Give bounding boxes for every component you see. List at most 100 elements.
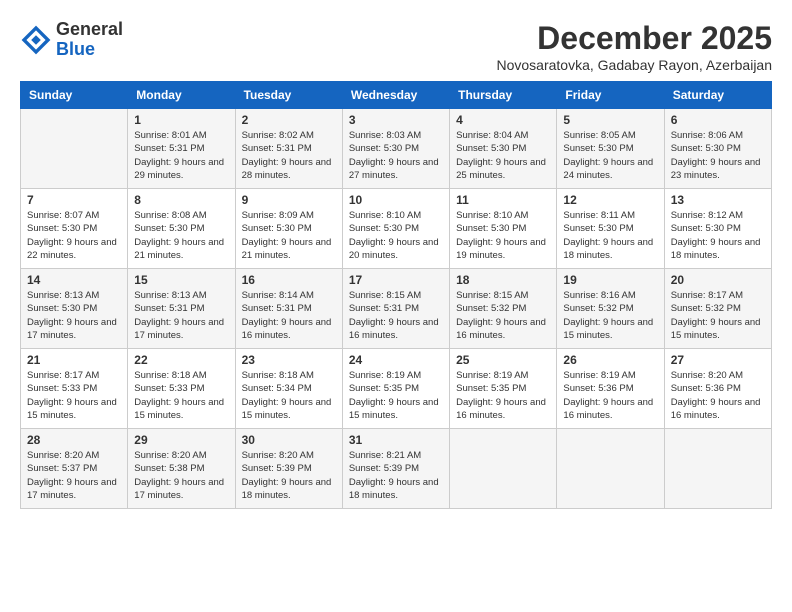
month-title: December 2025 [497,20,773,57]
cell-info: Sunrise: 8:05 AMSunset: 5:30 PMDaylight:… [563,129,657,182]
day-number: 29 [134,433,228,447]
page-header: General Blue December 2025 Novosaratovka… [20,20,772,73]
day-number: 22 [134,353,228,367]
day-number: 1 [134,113,228,127]
cell-info: Sunrise: 8:11 AMSunset: 5:30 PMDaylight:… [563,209,657,262]
cell-info: Sunrise: 8:06 AMSunset: 5:30 PMDaylight:… [671,129,765,182]
calendar-cell: 11 Sunrise: 8:10 AMSunset: 5:30 PMDayligh… [450,189,557,269]
calendar-cell: 2 Sunrise: 8:02 AMSunset: 5:31 PMDaylight… [235,109,342,189]
calendar-cell: 24 Sunrise: 8:19 AMSunset: 5:35 PMDayligh… [342,349,449,429]
calendar-week-row: 28 Sunrise: 8:20 AMSunset: 5:37 PMDayligh… [21,429,772,509]
logo-icon [20,24,52,56]
cell-info: Sunrise: 8:02 AMSunset: 5:31 PMDaylight:… [242,129,336,182]
cell-info: Sunrise: 8:04 AMSunset: 5:30 PMDaylight:… [456,129,550,182]
day-number: 3 [349,113,443,127]
calendar-cell: 14Sunrise: 8:13 AMSunset: 5:30 PMDayligh… [21,269,128,349]
cell-info: Sunrise: 8:07 AMSunset: 5:30 PMDaylight:… [27,209,121,262]
calendar-cell: 17 Sunrise: 8:15 AMSunset: 5:31 PMDayligh… [342,269,449,349]
cell-info: Sunrise: 8:15 AMSunset: 5:32 PMDaylight:… [456,289,550,342]
calendar-cell: 10 Sunrise: 8:10 AMSunset: 5:30 PMDayligh… [342,189,449,269]
calendar-cell: 23Sunrise: 8:18 AMSunset: 5:34 PMDayligh… [235,349,342,429]
day-number: 18 [456,273,550,287]
cell-info: Sunrise: 8:13 AMSunset: 5:30 PMDaylight:… [27,289,121,342]
cell-info: Sunrise: 8:01 AMSunset: 5:31 PMDaylight:… [134,129,228,182]
calendar-cell: 7Sunrise: 8:07 AMSunset: 5:30 PMDaylight… [21,189,128,269]
day-number: 8 [134,193,228,207]
calendar-cell: 16 Sunrise: 8:14 AMSunset: 5:31 PMDayligh… [235,269,342,349]
calendar-cell: 12 Sunrise: 8:11 AMSunset: 5:30 PMDayligh… [557,189,664,269]
cell-info: Sunrise: 8:19 AMSunset: 5:35 PMDaylight:… [349,369,443,422]
day-number: 31 [349,433,443,447]
day-header: Wednesday [342,82,449,109]
location: Novosaratovka, Gadabay Rayon, Azerbaijan [497,57,773,73]
title-block: December 2025 Novosaratovka, Gadabay Ray… [497,20,773,73]
calendar-week-row: 1 Sunrise: 8:01 AMSunset: 5:31 PMDaylight… [21,109,772,189]
calendar-cell: 13Sunrise: 8:12 AMSunset: 5:30 PMDayligh… [664,189,771,269]
cell-info: Sunrise: 8:16 AMSunset: 5:32 PMDaylight:… [563,289,657,342]
cell-info: Sunrise: 8:15 AMSunset: 5:31 PMDaylight:… [349,289,443,342]
calendar-header-row: SundayMondayTuesdayWednesdayThursdayFrid… [21,82,772,109]
cell-info: Sunrise: 8:03 AMSunset: 5:30 PMDaylight:… [349,129,443,182]
logo-text: General Blue [56,20,123,60]
calendar-cell: 21 Sunrise: 8:17 AMSunset: 5:33 PMDayligh… [21,349,128,429]
day-number: 6 [671,113,765,127]
calendar-cell: 1 Sunrise: 8:01 AMSunset: 5:31 PMDaylight… [128,109,235,189]
calendar-week-row: 14Sunrise: 8:13 AMSunset: 5:30 PMDayligh… [21,269,772,349]
day-number: 27 [671,353,765,367]
logo-blue: Blue [56,40,123,60]
day-header: Sunday [21,82,128,109]
day-number: 15 [134,273,228,287]
day-number: 2 [242,113,336,127]
calendar-cell: 20 Sunrise: 8:17 AMSunset: 5:32 PMDayligh… [664,269,771,349]
day-number: 5 [563,113,657,127]
calendar-cell: 30Sunrise: 8:20 AMSunset: 5:39 PMDayligh… [235,429,342,509]
calendar-cell [664,429,771,509]
cell-info: Sunrise: 8:20 AMSunset: 5:38 PMDaylight:… [134,449,228,502]
calendar-week-row: 21 Sunrise: 8:17 AMSunset: 5:33 PMDayligh… [21,349,772,429]
day-number: 12 [563,193,657,207]
day-number: 9 [242,193,336,207]
day-header: Tuesday [235,82,342,109]
day-number: 28 [27,433,121,447]
day-header: Thursday [450,82,557,109]
day-header: Friday [557,82,664,109]
cell-info: Sunrise: 8:10 AMSunset: 5:30 PMDaylight:… [456,209,550,262]
day-number: 17 [349,273,443,287]
calendar-cell [557,429,664,509]
cell-info: Sunrise: 8:10 AMSunset: 5:30 PMDaylight:… [349,209,443,262]
cell-info: Sunrise: 8:18 AMSunset: 5:33 PMDaylight:… [134,369,228,422]
calendar-cell: 22 Sunrise: 8:18 AMSunset: 5:33 PMDayligh… [128,349,235,429]
calendar-cell: 19 Sunrise: 8:16 AMSunset: 5:32 PMDayligh… [557,269,664,349]
cell-info: Sunrise: 8:20 AMSunset: 5:37 PMDaylight:… [27,449,121,502]
logo: General Blue [20,20,123,60]
day-number: 26 [563,353,657,367]
cell-info: Sunrise: 8:17 AMSunset: 5:33 PMDaylight:… [27,369,121,422]
cell-info: Sunrise: 8:17 AMSunset: 5:32 PMDaylight:… [671,289,765,342]
calendar-cell [21,109,128,189]
cell-info: Sunrise: 8:14 AMSunset: 5:31 PMDaylight:… [242,289,336,342]
calendar-cell: 18 Sunrise: 8:15 AMSunset: 5:32 PMDayligh… [450,269,557,349]
calendar-cell: 29 Sunrise: 8:20 AMSunset: 5:38 PMDayligh… [128,429,235,509]
day-number: 24 [349,353,443,367]
day-number: 23 [242,353,336,367]
cell-info: Sunrise: 8:20 AMSunset: 5:36 PMDaylight:… [671,369,765,422]
day-header: Monday [128,82,235,109]
day-number: 11 [456,193,550,207]
day-number: 10 [349,193,443,207]
calendar-cell: 31 Sunrise: 8:21 AMSunset: 5:39 PMDayligh… [342,429,449,509]
cell-info: Sunrise: 8:19 AMSunset: 5:35 PMDaylight:… [456,369,550,422]
cell-info: Sunrise: 8:20 AMSunset: 5:39 PMDaylight:… [242,449,336,502]
day-number: 19 [563,273,657,287]
cell-info: Sunrise: 8:13 AMSunset: 5:31 PMDaylight:… [134,289,228,342]
calendar-cell: 4Sunrise: 8:04 AMSunset: 5:30 PMDaylight… [450,109,557,189]
calendar-cell: 9Sunrise: 8:09 AMSunset: 5:30 PMDaylight… [235,189,342,269]
day-number: 21 [27,353,121,367]
calendar-cell: 26Sunrise: 8:19 AMSunset: 5:36 PMDayligh… [557,349,664,429]
day-number: 16 [242,273,336,287]
day-number: 13 [671,193,765,207]
calendar-table: SundayMondayTuesdayWednesdayThursdayFrid… [20,81,772,509]
cell-info: Sunrise: 8:21 AMSunset: 5:39 PMDaylight:… [349,449,443,502]
calendar-cell: 25Sunrise: 8:19 AMSunset: 5:35 PMDayligh… [450,349,557,429]
day-number: 20 [671,273,765,287]
day-header: Saturday [664,82,771,109]
